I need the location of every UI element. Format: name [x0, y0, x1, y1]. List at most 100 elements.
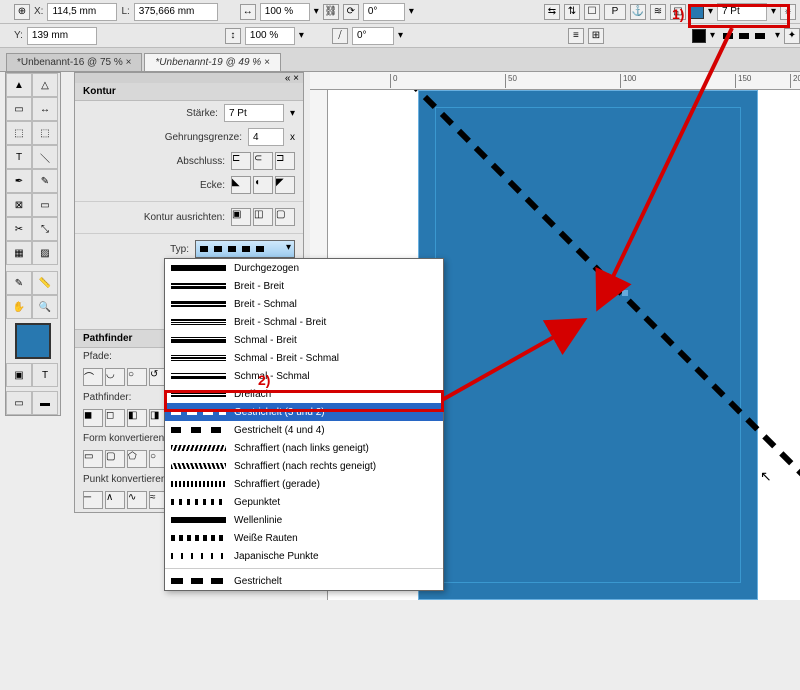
page-tool[interactable]: ▭: [6, 97, 32, 121]
stroke-type-option[interactable]: Breit - Schmal: [165, 295, 443, 313]
stroke-type-option[interactable]: Schmal - Schmal: [165, 367, 443, 385]
align-inside-icon[interactable]: ◫: [253, 208, 273, 226]
type-tool[interactable]: T: [6, 145, 32, 169]
stroke-type-option[interactable]: Gestrichelt (4 und 4): [165, 421, 443, 439]
stroke-type-option[interactable]: Durchgezogen: [165, 259, 443, 277]
stroke-type-option[interactable]: Schmal - Breit: [165, 331, 443, 349]
stroke-type-option[interactable]: Gestrichelt: [165, 572, 443, 590]
gap-tool[interactable]: ↔: [32, 97, 58, 121]
y-label: Y:: [14, 30, 23, 41]
cap-project-icon[interactable]: ⊐: [275, 152, 295, 170]
stroke-type-dropdown[interactable]: [195, 240, 295, 258]
stroke-type-option[interactable]: Japanische Punkte: [165, 547, 443, 565]
x-label: X:: [34, 6, 43, 17]
normal-view-icon[interactable]: ▭: [6, 391, 32, 415]
textwrap-icon[interactable]: ≋: [650, 4, 666, 20]
selection-tool[interactable]: ▲: [6, 73, 32, 97]
stroke-type-option[interactable]: Weiße Rauten: [165, 529, 443, 547]
align-icon[interactable]: ≡: [568, 28, 584, 44]
pencil-tool[interactable]: ✎: [32, 169, 58, 193]
point-smooth-icon[interactable]: ∿: [127, 491, 147, 509]
scale-h-input[interactable]: [260, 3, 310, 21]
hand-tool[interactable]: ✋: [6, 295, 32, 319]
convert-roundrect-icon[interactable]: ▢: [105, 450, 125, 468]
point-corner-icon[interactable]: ∧: [105, 491, 125, 509]
cap-round-icon[interactable]: ⊂: [253, 152, 273, 170]
stroke-type-option[interactable]: Schmal - Breit - Schmal: [165, 349, 443, 367]
convert-bevel-icon[interactable]: ⬠: [127, 450, 147, 468]
flip-v-icon[interactable]: ⇅: [564, 4, 580, 20]
gradient-tool[interactable]: ▦: [6, 241, 32, 265]
distribute-icon[interactable]: ⊞: [588, 28, 604, 44]
content-placer-tool[interactable]: ⬚: [32, 121, 58, 145]
transform-tool[interactable]: ⤡: [32, 217, 58, 241]
subtract-icon[interactable]: ◻: [105, 409, 125, 427]
scale-h-icon: ↔: [240, 4, 256, 20]
preview-icon[interactable]: ▬: [32, 391, 58, 415]
tab-doc-16[interactable]: *Unbenannt-16 @ 75 % ×: [6, 53, 142, 71]
eyedropper-tool[interactable]: ✎: [6, 271, 32, 295]
stroke-type-option[interactable]: Schraffiert (nach links geneigt): [165, 439, 443, 457]
open-path-icon[interactable]: ◡: [105, 368, 125, 386]
join-miter-icon[interactable]: ◣: [231, 176, 251, 194]
align-center-icon[interactable]: ▣: [231, 208, 251, 226]
y-input[interactable]: [27, 27, 97, 45]
l-label: L:: [121, 6, 129, 17]
convert-rect-icon[interactable]: ▭: [83, 450, 103, 468]
pen-tool[interactable]: ✒: [6, 169, 32, 193]
stroke-type-option[interactable]: Breit - Schmal - Breit: [165, 313, 443, 331]
close-path-icon[interactable]: ○: [127, 368, 147, 386]
rotate-input[interactable]: [363, 3, 405, 21]
margin-guides: [435, 107, 741, 583]
close-icon[interactable]: ×: [126, 57, 132, 68]
line-tool[interactable]: ＼: [32, 145, 58, 169]
skew-input[interactable]: [352, 27, 394, 45]
quick-apply-icon[interactable]: ✦: [784, 28, 800, 44]
stroke-type-menu: DurchgezogenBreit - BreitBreit - SchmalB…: [164, 258, 444, 591]
frame-tool[interactable]: ⊠: [6, 193, 32, 217]
scale-v-input[interactable]: [245, 27, 295, 45]
kontur-panel-title[interactable]: Kontur: [75, 83, 303, 101]
measure-tool[interactable]: 📏: [32, 271, 58, 295]
rect-tool[interactable]: ▭: [32, 193, 58, 217]
char-format-icon[interactable]: P: [604, 4, 626, 20]
fill-color[interactable]: [15, 323, 51, 359]
join-round-icon[interactable]: ◖: [253, 176, 273, 194]
scissors-tool[interactable]: ✂: [6, 217, 32, 241]
tab-doc-19[interactable]: *Unbenannt-19 @ 49 % ×: [144, 53, 280, 71]
content-collector-tool[interactable]: ⬚: [6, 121, 32, 145]
stroke-swatch-icon[interactable]: [692, 29, 706, 43]
close-icon[interactable]: ×: [264, 57, 270, 68]
direct-select-tool[interactable]: △: [32, 73, 58, 97]
stroke-type-option[interactable]: Wellenlinie: [165, 511, 443, 529]
select-container-icon[interactable]: ☐: [584, 4, 600, 20]
stroke-weight-field[interactable]: [224, 104, 284, 122]
apply-text-icon[interactable]: T: [32, 363, 58, 387]
link-icon[interactable]: ⛓: [323, 4, 339, 20]
anchor-icon[interactable]: ⊕: [14, 4, 30, 20]
join-path-icon[interactable]: ⌒: [83, 368, 103, 386]
tools-panel: ▲△ ▭↔ ⬚⬚ T＼ ✒✎ ⊠▭ ✂⤡ ▦▨ ✎📏 ✋🔍 ▣T ▭▬: [5, 72, 61, 416]
stroke-type-option[interactable]: Gepunktet: [165, 493, 443, 511]
miter-limit-field[interactable]: [248, 128, 284, 146]
callout-highlight-2: [164, 390, 444, 412]
cap-butt-icon[interactable]: ⊏: [231, 152, 251, 170]
intersect-icon[interactable]: ◧: [127, 409, 147, 427]
zoom-tool[interactable]: 🔍: [32, 295, 58, 319]
stroke-style-preview[interactable]: [723, 33, 767, 39]
anchor-obj-icon[interactable]: ⚓: [630, 4, 646, 20]
unite-icon[interactable]: ◼: [83, 409, 103, 427]
align-outside-icon[interactable]: ▢: [275, 208, 295, 226]
page-rectangle[interactable]: [418, 90, 758, 600]
stroke-type-option[interactable]: Schraffiert (nach rechts geneigt): [165, 457, 443, 475]
apply-color-icon[interactable]: ▣: [6, 363, 32, 387]
gradient-feather-tool[interactable]: ▨: [32, 241, 58, 265]
join-bevel-icon[interactable]: ◤: [275, 176, 295, 194]
l-input[interactable]: [134, 3, 218, 21]
stroke-type-option[interactable]: Schraffiert (gerade): [165, 475, 443, 493]
x-input[interactable]: [47, 3, 117, 21]
point-plain-icon[interactable]: ─: [83, 491, 103, 509]
stroke-type-option[interactable]: Breit - Breit: [165, 277, 443, 295]
flip-h-icon[interactable]: ⇆: [544, 4, 560, 20]
ruler-horizontal: 0 50 100 150 200: [310, 72, 800, 90]
